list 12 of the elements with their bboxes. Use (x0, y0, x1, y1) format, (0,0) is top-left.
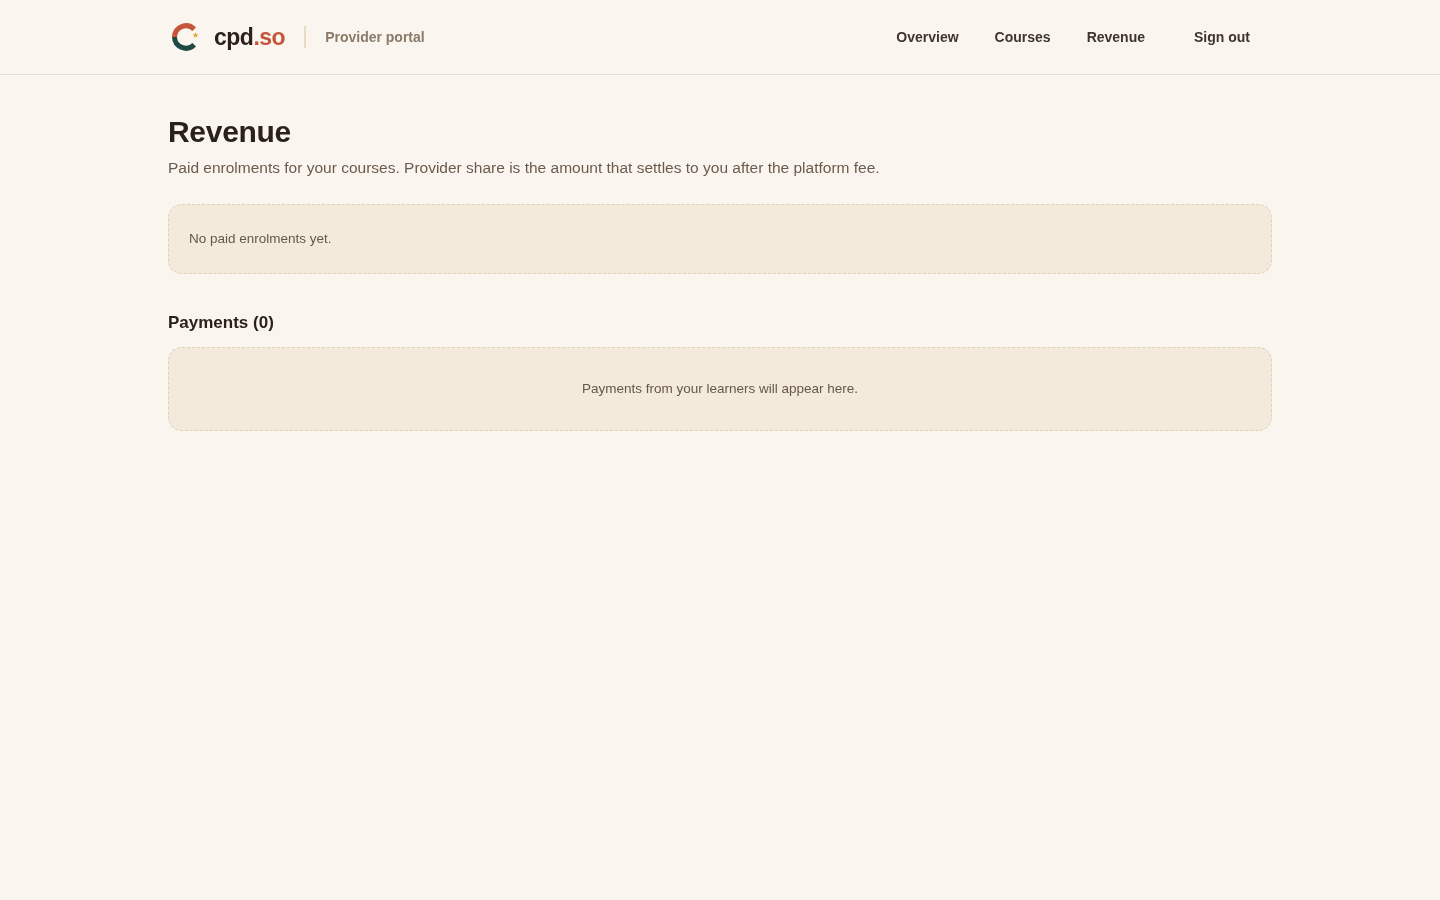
sign-out-link[interactable]: Sign out (1194, 27, 1250, 47)
portal-label: Provider portal (325, 28, 425, 47)
section-heading: Payments (0) (168, 312, 275, 334)
page-description: Paid enrolments for your courses. Provider share is the amount that settles to you after the platform fee. (168, 158, 881, 178)
nav-link[interactable]: Courses (994, 27, 1051, 47)
brand-wordmark: cpd.so (214, 23, 286, 51)
nav-link[interactable]: Overview (896, 27, 959, 47)
empty-message: Payments from your learners will appear here. (581, 380, 859, 398)
page-title: Revenue (168, 115, 292, 149)
logo-icon (172, 23, 200, 51)
nav-link[interactable]: Revenue (1086, 27, 1145, 47)
empty-message: No paid enrolments yet. (189, 230, 332, 248)
